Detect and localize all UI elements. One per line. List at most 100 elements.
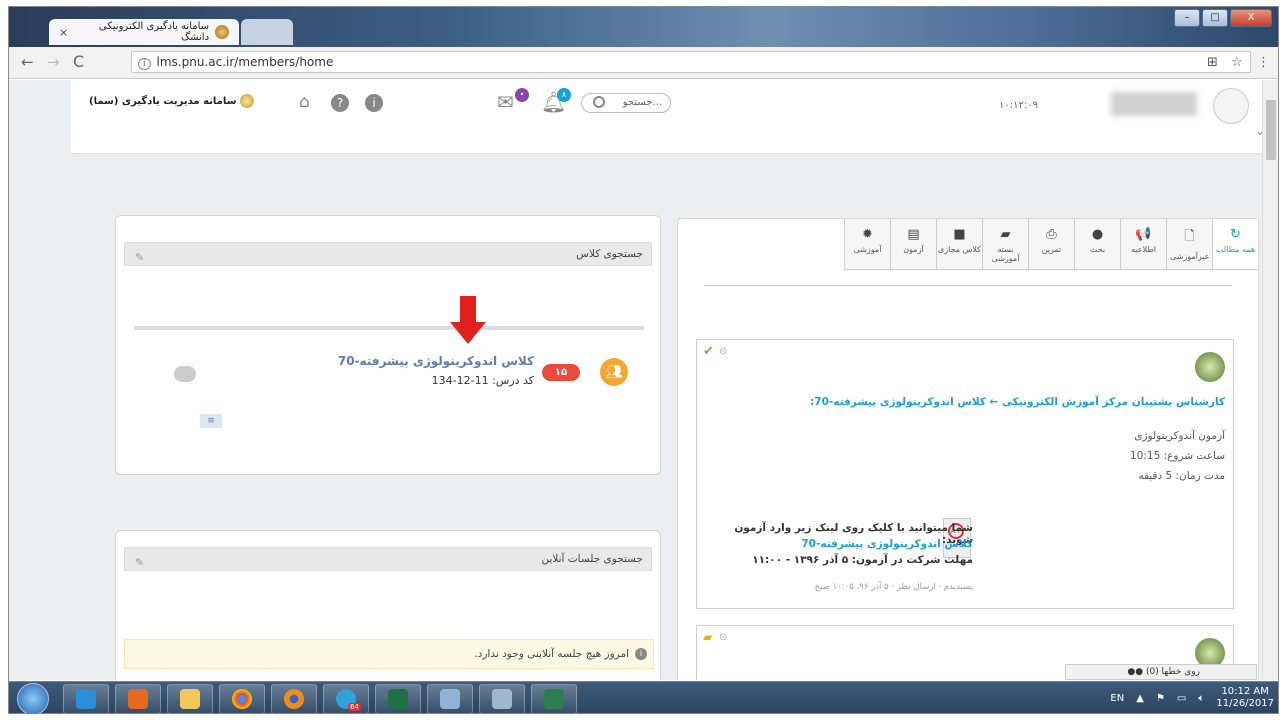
class-search-title: جستجوی کلاس <box>576 248 643 260</box>
collapse-icon[interactable]: ⊝ <box>719 346 727 357</box>
feed-tab-label: تمرین <box>1041 245 1062 254</box>
online-users-bar[interactable]: روی خطها (0) ●● <box>1065 664 1257 680</box>
menu-dots-icon[interactable]: ⋮ <box>1257 55 1270 70</box>
class-search-card: جستجوی کلاس ✎ کلاس اندوکرینولوژی پیشرفته… <box>115 215 661 475</box>
system-tray: EN ▲ ⚑ ▭ 🔈︎ 10:12 AM 11/26/2017 <box>1110 686 1274 710</box>
exam-duration: مدت زمان: 5 دقیقه <box>1138 470 1225 482</box>
clock[interactable]: 10:12 AM 11/26/2017 <box>1216 686 1274 710</box>
online-sessions-title: جستجوی جلسات آنلاین <box>541 553 643 565</box>
clock-date: 11/26/2017 <box>1216 698 1274 709</box>
taskbar-chrome-icon[interactable] <box>219 684 265 713</box>
gear-icon: ✹ <box>862 227 873 242</box>
feed-tab-label: آموزشی <box>853 245 882 254</box>
volume-icon[interactable]: 🔈︎ <box>1198 693 1204 704</box>
scrollbar-thumb[interactable] <box>1266 100 1276 160</box>
help-icon[interactable]: ? <box>331 94 349 112</box>
taskbar-telegram-icon[interactable]: 64 <box>323 684 369 713</box>
book-icon: ▤ <box>907 227 920 242</box>
divider <box>704 285 1232 286</box>
annotation-arrow-shaft <box>460 296 476 322</box>
page-scrollbar[interactable] <box>1262 80 1278 680</box>
annotation-arrow-head <box>450 322 486 344</box>
translate-icon[interactable]: ⊞ <box>1207 55 1218 70</box>
feed-tab[interactable]: ▰ بسته آموزشی <box>982 219 1028 269</box>
search-icon[interactable] <box>593 96 605 108</box>
exam-title: آزمون آندوکرینولوژی <box>1134 430 1225 442</box>
feed-tab[interactable]: ● بحث <box>1074 219 1120 269</box>
clock-time: 10:12 AM <box>1221 686 1269 697</box>
minimize-button[interactable]: – <box>1174 9 1200 27</box>
taskbar-explorer-icon[interactable] <box>167 684 213 713</box>
site-favicon-icon <box>215 25 229 39</box>
user-avatar[interactable] <box>1213 88 1249 124</box>
feed-tab-label: بحث <box>1089 245 1106 254</box>
class-title-link[interactable]: کلاس اندوکرینولوژی پیشرفته-70 <box>316 354 534 368</box>
start-button[interactable] <box>17 683 49 713</box>
tray-up-arrow-icon[interactable]: ▲ <box>1136 693 1144 704</box>
maximize-button[interactable]: □ <box>1202 9 1228 27</box>
taskbar-app-icon[interactable] <box>531 684 577 713</box>
mail-icon[interactable]: ✉ <box>497 90 514 114</box>
feed-tab-label: همه مطالب <box>1215 245 1256 254</box>
collapse-icon[interactable]: ⊝ <box>719 632 727 643</box>
class-code: کد درس: 11-12-134 <box>431 374 534 387</box>
site-header: سامانه مدیریت یادگیری (سما) ⌂ ? i ✉ • 🔔︎… <box>71 80 1263 154</box>
tab-close-icon[interactable]: × <box>59 26 68 39</box>
feed-tab-label: غیرآموزشی <box>1170 252 1209 261</box>
browser-tab-active[interactable]: سامانه یادگیری الکترونیکی دانشگ × <box>49 19 239 45</box>
author-avatar[interactable] <box>1195 352 1225 382</box>
post-footer[interactable]: پسندیدم · ارسال نظر · ۵ آذر ۹۶، ۱۰:۰۵ صب… <box>713 582 973 592</box>
list-icon[interactable]: ≡ <box>200 414 222 428</box>
feed-tab[interactable]: ↻ همه مطالب <box>1212 219 1258 269</box>
notice-text: امروز هیچ جلسه آنلاینی وجود ندارد. <box>474 648 629 660</box>
taskbar-window-icon[interactable] <box>427 684 473 713</box>
network-icon[interactable]: ▭ <box>1177 693 1186 704</box>
edit-pencil-icon[interactable]: ✎ <box>135 552 144 574</box>
title-bar: سامانه یادگیری الکترونیکی دانشگ × – □ X <box>9 7 1278 47</box>
taskbar-ie-icon[interactable] <box>63 684 109 713</box>
university-seal-icon <box>240 94 255 108</box>
home-icon[interactable]: ⌂ <box>299 92 310 112</box>
feed-tab[interactable]: 📢 اطلاعیه <box>1120 219 1166 269</box>
back-arrow-icon[interactable]: ← <box>21 53 34 71</box>
site-info-icon[interactable]: i <box>138 58 151 70</box>
notification-badge: ۸ <box>557 88 571 102</box>
comment-icon: ● <box>1091 227 1104 242</box>
windows-taskbar: 64 EN ▲ ⚑ ▭ 🔈︎ 10:12 AM 11/26/2017 <box>9 681 1278 713</box>
info-circle-icon: i <box>635 648 647 660</box>
bookmark-star-icon[interactable]: ☆ <box>1231 55 1243 70</box>
feed-tab[interactable]: ■ کلاس مجازی <box>936 219 982 269</box>
megaphone-icon: 📢 <box>1135 227 1152 242</box>
exam-link[interactable]: کلاس اندوکرینولوژی پیشرفته-70 <box>713 538 973 550</box>
tab-title: سامانه یادگیری الکترونیکی دانشگ <box>98 21 210 43</box>
site-logo[interactable]: سامانه مدیریت یادگیری (سما) <box>89 94 255 108</box>
post-author-line[interactable]: کارشناس پشتیبان مرکز آموزش الکترونیکی ← … <box>705 396 1225 408</box>
feed-tab[interactable]: ✹ آموزشی <box>844 219 890 269</box>
new-tab-button[interactable] <box>241 19 293 45</box>
reload-icon[interactable]: C <box>73 52 84 71</box>
taskbar-media-icon[interactable] <box>115 684 161 713</box>
language-indicator[interactable]: EN <box>1110 693 1124 704</box>
chat-bubble-icon[interactable] <box>174 366 196 382</box>
video-icon: ■ <box>953 227 966 242</box>
info-icon[interactable]: i <box>365 94 383 112</box>
taskbar-network-icon[interactable] <box>479 684 525 713</box>
feed-tab[interactable]: 🗋 غیرآموزشی <box>1166 219 1212 269</box>
close-window-button[interactable]: X <box>1230 9 1272 27</box>
feed-tab[interactable]: ▤ آزمون <box>890 219 936 269</box>
feed-tab-label: کلاس مجازی <box>938 245 981 254</box>
taskbar-firefox-icon[interactable] <box>271 684 317 713</box>
check-icon: ✔ <box>703 344 714 359</box>
flag-icon[interactable]: ⚑ <box>1156 693 1165 704</box>
exam-deadline: مهلت شرکت در آزمون: ۵ آذر ۱۳۹۶ - ۱۱:۰۰ <box>752 554 973 566</box>
online-users-label: روی خطها (0) <box>1145 667 1200 677</box>
refresh-icon: ↻ <box>1230 227 1241 242</box>
address-bar: ← → C i lms.pnu.ac.ir/members/home ⊞ ☆ ⋮ <box>9 47 1278 79</box>
feed-tab[interactable]: ⎙ تمرین <box>1028 219 1074 269</box>
edit-pencil-icon[interactable]: ✎ <box>135 247 144 269</box>
forward-arrow-icon[interactable]: → <box>47 53 60 71</box>
online-sessions-header: جستجوی جلسات آنلاین ✎ <box>124 547 652 571</box>
url-input[interactable]: i lms.pnu.ac.ir/members/home <box>131 51 1251 73</box>
taskbar-excel-icon[interactable] <box>375 684 421 713</box>
class-search-header: جستجوی کلاس ✎ <box>124 242 652 266</box>
